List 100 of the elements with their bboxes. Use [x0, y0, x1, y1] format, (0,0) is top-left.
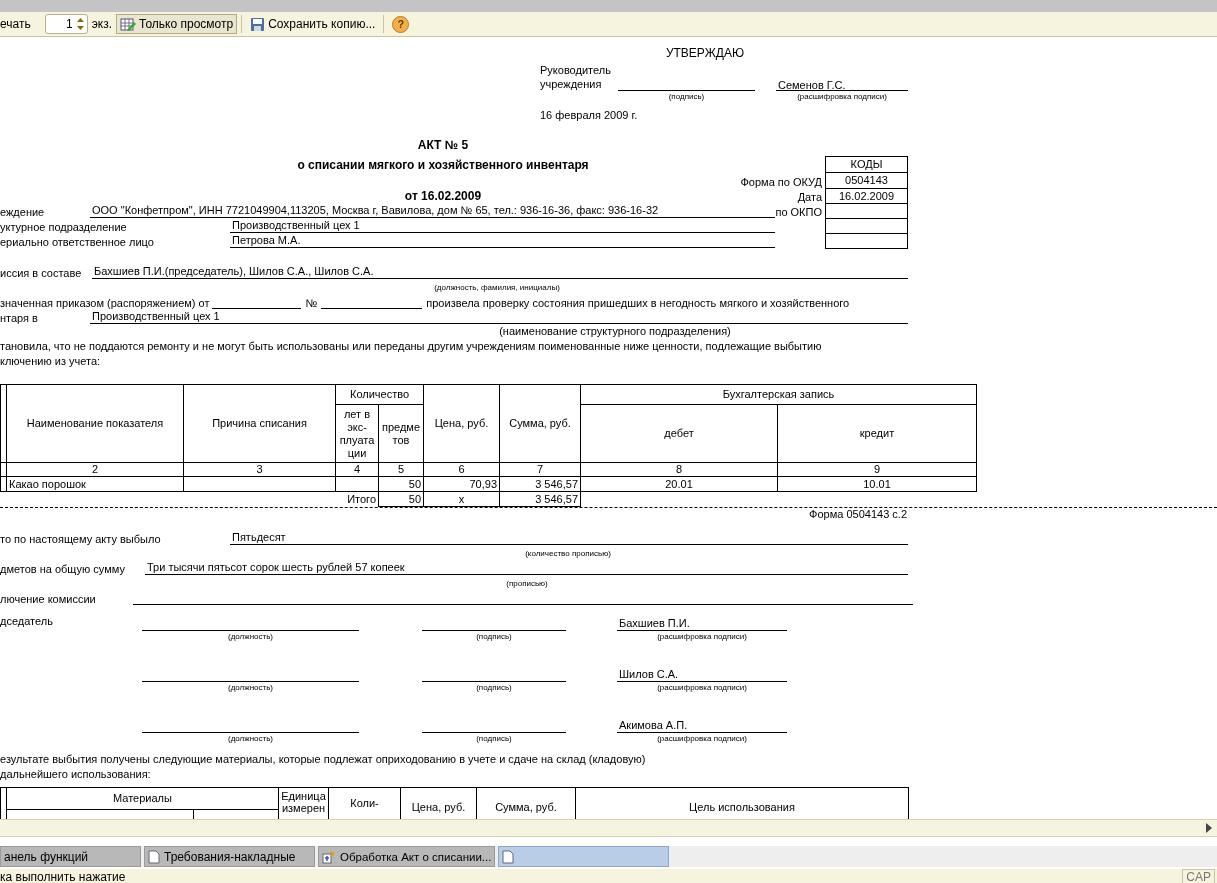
copies-unit: экз.	[91, 17, 113, 31]
signature-name: Семенов Г.С.	[776, 78, 908, 91]
field-label: то по настоящему акту выбыло	[0, 533, 162, 545]
column-header: Цена, руб.	[423, 384, 500, 463]
status-message: ка выполнить нажатие	[0, 869, 127, 883]
column-number: 3	[183, 462, 336, 477]
column-header: Наименование показателя	[6, 384, 184, 463]
taskbar-tab[interactable]: анель функций	[0, 846, 141, 867]
taskbar-tab[interactable]: Требования-накладные	[144, 846, 315, 867]
table-cell: 10.01	[777, 476, 977, 492]
field-caption: (должность, фамилия, инициалы)	[433, 283, 561, 293]
save-copy-button[interactable]: Сохранить копию...	[246, 14, 380, 34]
table-cell: 20.01	[580, 476, 778, 492]
act-date: от 16.02.2009	[403, 189, 483, 203]
code-label: Форма по ОКУД	[740, 176, 822, 188]
finding-text: тановила, что не поддаются ремонту и не могут быть использованы или переданы другим учреждениям поименованные ниже ценности, подлежащие выбытию	[0, 339, 823, 354]
signature-caption: (подпись)	[475, 632, 513, 642]
column-number: 8	[580, 462, 778, 477]
column-header: Сумма, руб.	[499, 384, 581, 463]
column-header: Бухгалтерская запись	[580, 384, 977, 405]
column-number: 9	[777, 462, 977, 477]
field-label: иссия в составе	[0, 267, 83, 279]
field-value: Производственный цех 1	[90, 310, 908, 324]
column-header: Количество	[335, 384, 424, 405]
position-caption: (должность)	[227, 734, 274, 744]
column-header: лет в экс-плуата ции	[335, 404, 379, 463]
field-value: Производственный цех 1	[230, 219, 775, 233]
column-header: кредит	[777, 404, 977, 463]
field-value: Петрова М.А.	[230, 234, 775, 248]
position-label: учреждения	[540, 77, 603, 91]
name-caption: (расшифровка подписи)	[656, 632, 748, 642]
materials-text: дальнейшего использования:	[0, 767, 152, 782]
column-header: Материалы	[6, 787, 279, 810]
act-subtitle: о списании мягкого и хозяйственного инвентаря	[296, 158, 590, 172]
order-text: произвела проверку состояния пришедших в негодность мягкого и хозяйственного	[426, 297, 850, 309]
signature-caption: (подпись)	[475, 683, 513, 693]
field-label: лючение комиссии	[0, 593, 97, 605]
signature-name: Акимова А.П.	[617, 718, 787, 733]
position-label: Руководитель	[540, 63, 612, 77]
signature-caption: (подпись)	[667, 92, 706, 102]
table-cell: 3 546,57	[499, 476, 581, 492]
materials-text: езультате выбытия получены следующие материалы, которые подлежат оприходованию в учете и сдаче на склад (кладовую)	[0, 752, 647, 767]
signature-caption: (подпись)	[475, 734, 513, 744]
caps-indicator: CAP	[1182, 868, 1215, 883]
approval-heading: УТВЕРЖДАЮ	[664, 46, 746, 60]
table-cell: 50	[378, 491, 424, 507]
field-caption: (количество прописью)	[524, 549, 612, 559]
order-text: значенная приказом (распоряжением) от	[0, 297, 210, 309]
code-value: 0504143	[826, 173, 907, 189]
field-label: нтаря в	[0, 312, 39, 324]
position-caption: (должность)	[227, 632, 274, 642]
print-label: ечать	[0, 17, 31, 31]
codes-header: КОДЫ	[826, 157, 907, 173]
column-number: 2	[6, 462, 184, 477]
field-caption: (наименование структурного подразделения)	[498, 325, 732, 337]
table-cell: 3 546,57	[499, 491, 581, 507]
name-caption: (расшифровка подписи)	[656, 683, 748, 693]
scroll-right-icon[interactable]	[1205, 823, 1213, 833]
field-label: уктурное подразделение	[0, 221, 128, 233]
column-number: 6	[423, 462, 500, 477]
taskbar-tab[interactable]: Обработка Акт о списании...	[318, 846, 496, 867]
view-only-button[interactable]: Только просмотр	[116, 14, 238, 34]
field-label: дметов на общую сумму	[0, 563, 126, 575]
document-icon	[502, 849, 515, 864]
finding-text: ключению из учета:	[0, 354, 102, 369]
number-sign: №	[305, 297, 318, 309]
column-header: Причина списания	[183, 384, 336, 463]
field-value: Пятьдесят	[230, 531, 908, 545]
spin-arrows-icon[interactable]	[75, 16, 85, 32]
document-icon	[148, 849, 160, 864]
table-cell: 70,93	[423, 476, 500, 492]
table-cell: Какао порошок	[6, 476, 184, 492]
approval-date: 16 февраля 2009 г.	[540, 108, 639, 122]
name-caption: (расшифровка подписи)	[796, 92, 888, 102]
field-label: ериально ответственное лицо	[0, 236, 155, 248]
field-value: Бахшиев П.И.(председатель), Шилов С.А., Шилов С.А.	[92, 265, 908, 279]
page-label: Форма 0504143 с.2	[809, 508, 907, 520]
column-number: 7	[499, 462, 581, 477]
code-label: по ОКПО	[775, 206, 822, 218]
field-label: еждение	[0, 206, 46, 218]
table-cell: х	[423, 491, 500, 507]
column-number: 5	[378, 462, 424, 477]
signature-name: Бахшиев П.И.	[617, 616, 787, 631]
document-plus-icon	[322, 849, 336, 864]
signature-name: Шилов С.А.	[617, 667, 787, 682]
horizontal-scrollbar[interactable]	[0, 819, 1217, 837]
field-caption: (прописью)	[505, 579, 549, 589]
field-value: ООО "Конфетпром", ИНН 7721049904,113205, Москва г, Вавилова, дом № 65, тел.: 936-16-36, факс: 936-16-32	[90, 204, 775, 218]
copies-field[interactable]: 1	[44, 14, 88, 34]
column-number: 4	[335, 462, 379, 477]
role-label: дседатель	[0, 615, 54, 627]
table-pencil-icon	[120, 16, 137, 32]
column-header: дебет	[580, 404, 778, 463]
help-button[interactable]: ?	[392, 15, 410, 33]
total-label: Итого	[335, 491, 379, 507]
field-value: Три тысячи пятьсот сорок шесть рублей 57 копеек	[145, 561, 908, 575]
position-caption: (должность)	[227, 683, 274, 693]
code-label: Дата	[797, 191, 822, 203]
name-caption: (расшифровка подписи)	[656, 734, 748, 744]
table-cell: 50	[378, 476, 424, 492]
